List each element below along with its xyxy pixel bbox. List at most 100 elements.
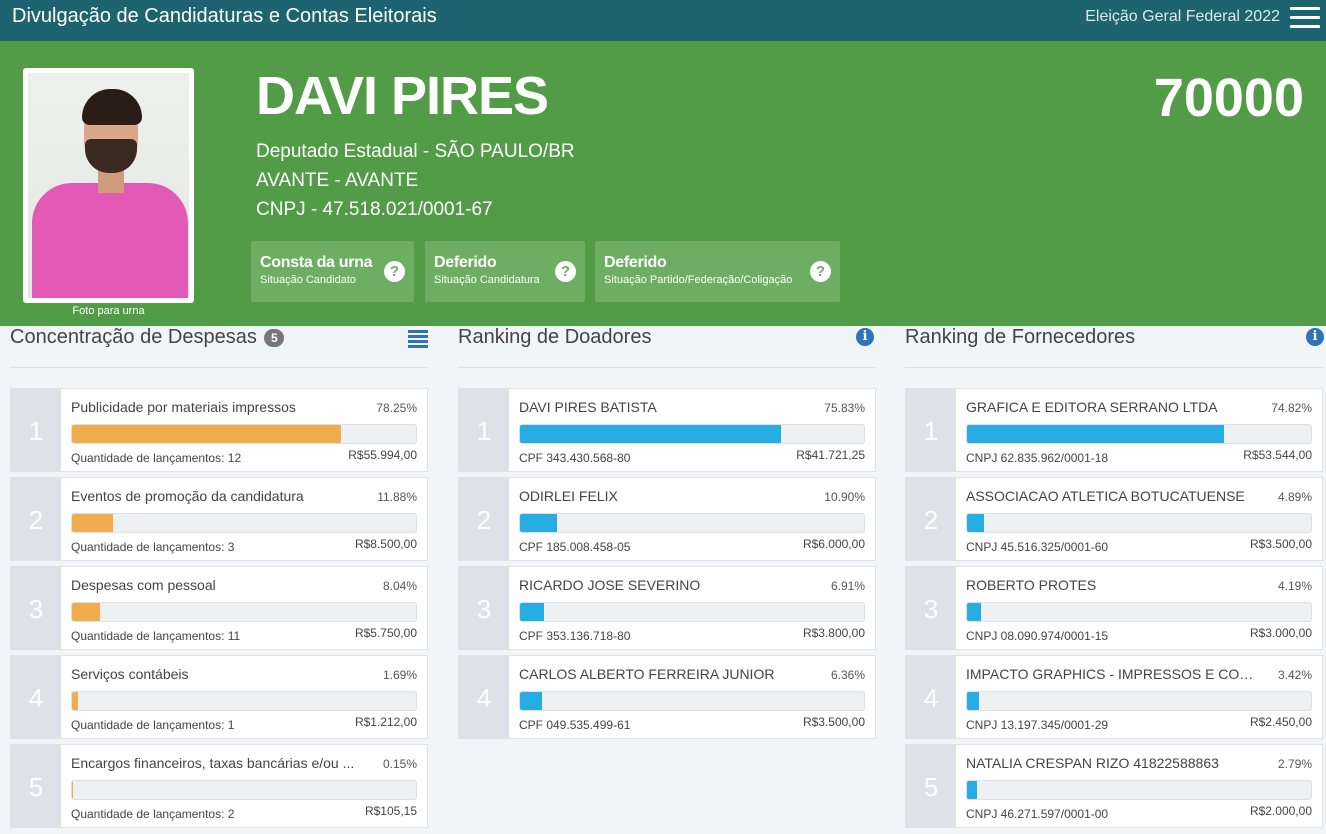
list-item: 2 ODIRLEI FELIX 10.90% CPF 185.008.458-05 R$… (458, 477, 876, 561)
status-candidate: Consta da urna Situação Candidato ? (251, 241, 414, 302)
item-name: Serviços contábeis (71, 666, 189, 682)
list-item: 1 GRAFICA E EDITORA SERRANO LTDA 74.82% CNP… (905, 388, 1323, 472)
election-label: Eleição Geral Federal 2022 (1085, 8, 1280, 25)
item-value: R$2.450,00 (1249, 715, 1312, 729)
item-detail: Quantidade de lançamentos: 11 (71, 629, 241, 643)
progress-bar (519, 602, 865, 622)
status-subtitle: Situação Candidato (260, 274, 357, 286)
status-subtitle: Situação Candidatura (434, 274, 540, 286)
rank-number: 3 (459, 567, 509, 649)
progress-fill (967, 603, 982, 621)
list-item: 2 Eventos de promoção da candidatura 11.88… (10, 477, 428, 561)
item-name: ROBERTO PROTES (966, 577, 1097, 593)
list-item: 4 CARLOS ALBERTO FERREIRA JUNIOR 6.36% CPF … (458, 655, 876, 739)
help-icon[interactable]: ? (384, 261, 405, 282)
progress-fill (72, 425, 342, 443)
info-icon[interactable]: i (1306, 328, 1326, 348)
progress-bar (71, 691, 417, 711)
item-percentage: 2.79% (1277, 757, 1312, 771)
progress-fill (967, 514, 984, 532)
help-icon[interactable]: ? (555, 261, 576, 282)
panel-title-text: Concentração de Despesas (10, 326, 257, 348)
rank-number: 1 (459, 389, 509, 471)
panel-title: Ranking de Doadores (458, 326, 652, 348)
candidate-photo (23, 68, 194, 303)
rank-number: 2 (459, 478, 509, 560)
rank-number: 4 (906, 656, 956, 738)
status-subtitle: Situação Partido/Federação/Coligação (604, 274, 793, 286)
progress-bar (966, 424, 1312, 444)
rank-number: 5 (11, 745, 61, 827)
item-value: R$53.544,00 (1243, 448, 1312, 462)
item-percentage: 3.42% (1277, 668, 1312, 682)
progress-fill (520, 692, 542, 710)
list-item: 2 ASSOCIACAO ATLETICA BOTUCATUENSE 4.89% CN… (905, 477, 1323, 561)
rank-number: 1 (906, 389, 956, 471)
item-percentage: 75.83% (824, 401, 865, 415)
list-item: 4 Serviços contábeis 1.69% Quantidade de la… (10, 655, 428, 739)
item-detail: CNPJ 13.197.345/0001-29 (966, 718, 1109, 732)
status-party: Deferido Situação Partido/Federação/Coli… (595, 241, 840, 302)
list-item: 5 NATALIA CRESPAN RIZO 41822588863 2.79% CN… (905, 744, 1323, 828)
item-percentage: 74.82% (1271, 401, 1312, 415)
hamburger-menu-icon[interactable] (1290, 7, 1320, 29)
list-item: 4 IMPACTO GRAPHICS - IMPRESSOS E COMU... 3… (905, 655, 1323, 739)
progress-fill (72, 781, 73, 799)
photo-caption: Foto para urna (72, 305, 145, 317)
item-percentage: 11.88% (377, 490, 417, 504)
item-value: R$3.500,00 (802, 715, 865, 729)
candidate-party: AVANTE - AVANTE (256, 170, 419, 191)
progress-fill (967, 692, 979, 710)
item-name: NATALIA CRESPAN RIZO 41822588863 (966, 755, 1219, 771)
progress-bar (71, 780, 417, 800)
divider (905, 367, 1323, 368)
item-name: CARLOS ALBERTO FERREIRA JUNIOR (519, 666, 775, 682)
top-bar: Divulgação de Candidaturas e Contas Elei… (0, 0, 1326, 41)
item-percentage: 6.36% (830, 668, 865, 682)
rank-number: 3 (11, 567, 61, 649)
item-percentage: 0.15% (382, 757, 417, 771)
item-detail: CPF 343.430.568-80 (519, 451, 631, 465)
item-name: Eventos de promoção da candidatura (71, 488, 304, 504)
panel-title: Concentração de Despesas 5 (10, 326, 285, 349)
progress-bar (71, 424, 417, 444)
rank-number: 4 (11, 656, 61, 738)
item-detail: CNPJ 62.835.962/0001-18 (966, 451, 1109, 465)
progress-bar (519, 513, 865, 533)
status-title: Deferido (604, 254, 667, 271)
list-icon[interactable] (408, 330, 428, 350)
donors-panel: Ranking de Doadores i 1 DAVI PIRES BATIST… (458, 326, 876, 834)
item-detail: CPF 353.136.718-80 (519, 629, 631, 643)
item-value: R$5.750,00 (354, 626, 417, 640)
item-name: GRAFICA E EDITORA SERRANO LTDA (966, 399, 1218, 415)
progress-bar (966, 780, 1312, 800)
item-percentage: 4.89% (1277, 490, 1312, 504)
item-value: R$41.721,25 (796, 448, 865, 462)
item-detail: CNPJ 46.271.597/0001-00 (966, 807, 1109, 821)
progress-fill (520, 603, 544, 621)
help-icon[interactable]: ? (810, 261, 831, 282)
item-value: R$3.800,00 (802, 626, 865, 640)
progress-fill (967, 781, 977, 799)
list-item: 3 RICARDO JOSE SEVERINO 6.91% CPF 353.136.7… (458, 566, 876, 650)
expenses-panel: Concentração de Despesas 5 1 Publicidade … (10, 326, 428, 834)
list-item: 5 Encargos financeiros, taxas bancárias e… (10, 744, 428, 828)
item-detail: Quantidade de lançamentos: 1 (71, 718, 235, 732)
panel-title: Ranking de Fornecedores (905, 326, 1136, 348)
progress-fill (520, 514, 558, 532)
rank-number: 3 (906, 567, 956, 649)
progress-bar (71, 602, 417, 622)
item-value: R$8.500,00 (354, 537, 417, 551)
divider (10, 367, 428, 368)
item-percentage: 78.25% (376, 401, 417, 415)
item-percentage: 10.90% (824, 490, 865, 504)
progress-bar (519, 691, 865, 711)
rank-number: 2 (906, 478, 956, 560)
progress-bar (966, 691, 1312, 711)
progress-fill (520, 425, 781, 443)
candidate-number: 70000 (1153, 68, 1304, 128)
info-icon[interactable]: i (856, 328, 876, 348)
item-value: R$6.000,00 (802, 537, 865, 551)
item-percentage: 8.04% (382, 579, 417, 593)
item-detail: Quantidade de lançamentos: 12 (71, 451, 242, 465)
